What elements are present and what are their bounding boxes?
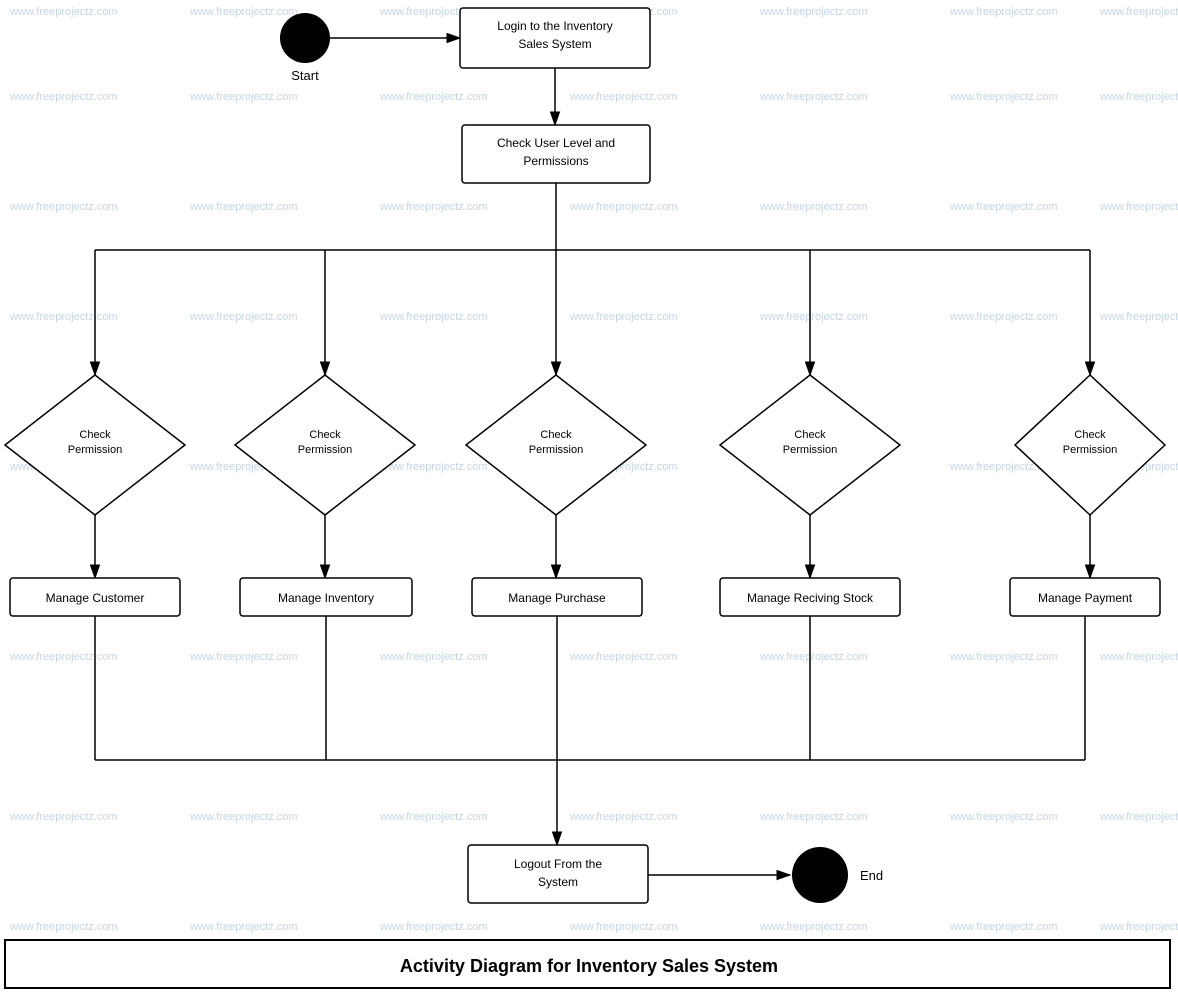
svg-text:www.freeprojectz.com: www.freeprojectz.com <box>949 201 1058 213</box>
svg-text:www.freeprojectz.com: www.freeprojectz.com <box>9 811 118 823</box>
svg-text:Login to the Inventory: Login to the Inventory <box>497 19 612 33</box>
svg-text:Permission: Permission <box>529 444 583 456</box>
svg-text:Permissions: Permissions <box>523 154 588 168</box>
svg-text:www.freeprojectz.com: www.freeprojectz.com <box>759 311 868 323</box>
svg-text:www.freeprojectz.com: www.freeprojectz.com <box>759 921 868 933</box>
svg-text:www.freeprojectz.com: www.freeprojectz.com <box>379 921 488 933</box>
svg-text:www.freeprojectz.com: www.freeprojectz.com <box>1099 201 1178 213</box>
svg-text:www.freeprojectz.com: www.freeprojectz.com <box>1099 91 1178 103</box>
svg-text:www.freeprojectz.com: www.freeprojectz.com <box>1099 6 1178 18</box>
svg-text:www.freeprojectz.com: www.freeprojectz.com <box>759 91 868 103</box>
svg-text:Logout From the: Logout From the <box>514 857 602 871</box>
svg-text:www.freeprojectz.com: www.freeprojectz.com <box>1099 811 1178 823</box>
svg-text:www.freeprojectz.com: www.freeprojectz.com <box>189 6 298 18</box>
svg-text:www.freeprojectz.com: www.freeprojectz.com <box>379 811 488 823</box>
svg-text:www.freeprojectz.com: www.freeprojectz.com <box>759 651 868 663</box>
svg-text:Permission: Permission <box>298 444 352 456</box>
end-circle <box>792 847 848 903</box>
svg-text:www.freeprojectz.com: www.freeprojectz.com <box>569 811 678 823</box>
svg-text:www.freeprojectz.com: www.freeprojectz.com <box>759 811 868 823</box>
svg-text:www.freeprojectz.com: www.freeprojectz.com <box>379 201 488 213</box>
svg-text:Permission: Permission <box>1063 444 1117 456</box>
svg-text:Manage Purchase: Manage Purchase <box>508 591 606 605</box>
svg-text:Manage Inventory: Manage Inventory <box>278 591 374 605</box>
svg-text:www.freeprojectz.com: www.freeprojectz.com <box>949 921 1058 933</box>
svg-text:www.freeprojectz.com: www.freeprojectz.com <box>379 651 488 663</box>
svg-text:Check User Level and: Check User Level and <box>497 136 615 150</box>
svg-text:Permission: Permission <box>68 444 122 456</box>
svg-text:www.freeprojectz.com: www.freeprojectz.com <box>189 651 298 663</box>
svg-text:www.freeprojectz.com: www.freeprojectz.com <box>949 91 1058 103</box>
svg-text:Check: Check <box>79 429 111 441</box>
svg-text:www.freeprojectz.com: www.freeprojectz.com <box>569 311 678 323</box>
svg-text:www.freeprojectz.com: www.freeprojectz.com <box>189 311 298 323</box>
svg-text:www.freeprojectz.com: www.freeprojectz.com <box>9 921 118 933</box>
svg-text:www.freeprojectz.com: www.freeprojectz.com <box>949 651 1058 663</box>
svg-text:Manage Customer: Manage Customer <box>46 591 145 605</box>
svg-text:www.freeprojectz.com: www.freeprojectz.com <box>379 91 488 103</box>
svg-text:www.freeprojectz.com: www.freeprojectz.com <box>1099 921 1178 933</box>
svg-text:www.freeprojectz.com: www.freeprojectz.com <box>9 311 118 323</box>
svg-text:www.freeprojectz.com: www.freeprojectz.com <box>9 651 118 663</box>
svg-text:www.freeprojectz.com: www.freeprojectz.com <box>569 91 678 103</box>
svg-text:www.freeprojectz.com: www.freeprojectz.com <box>949 6 1058 18</box>
svg-text:www.freeprojectz.com: www.freeprojectz.com <box>189 921 298 933</box>
svg-text:www.freeprojectz.com: www.freeprojectz.com <box>759 201 868 213</box>
svg-text:Permission: Permission <box>783 444 837 456</box>
svg-text:www.freeprojectz.com: www.freeprojectz.com <box>189 201 298 213</box>
svg-text:Activity Diagram for Inventory: Activity Diagram for Inventory Sales Sys… <box>400 956 778 976</box>
svg-text:End: End <box>860 868 883 883</box>
svg-text:www.freeprojectz.com: www.freeprojectz.com <box>9 91 118 103</box>
svg-text:www.freeprojectz.com: www.freeprojectz.com <box>379 311 488 323</box>
svg-text:Sales System: Sales System <box>518 37 591 51</box>
svg-text:www.freeprojectz.com: www.freeprojectz.com <box>949 311 1058 323</box>
svg-text:www.freeprojectz.com: www.freeprojectz.com <box>379 461 488 473</box>
svg-text:System: System <box>538 875 578 889</box>
svg-text:www.freeprojectz.com: www.freeprojectz.com <box>569 651 678 663</box>
svg-text:www.freeprojectz.com: www.freeprojectz.com <box>9 6 118 18</box>
svg-text:www.freeprojectz.com: www.freeprojectz.com <box>949 811 1058 823</box>
svg-text:www.freeprojectz.com: www.freeprojectz.com <box>1099 311 1178 323</box>
svg-text:Manage Reciving Stock: Manage Reciving Stock <box>747 591 874 605</box>
start-circle <box>280 13 330 63</box>
svg-text:Check: Check <box>540 429 572 441</box>
svg-text:Check: Check <box>1074 429 1106 441</box>
start-label: Start <box>291 68 319 83</box>
svg-text:www.freeprojectz.com: www.freeprojectz.com <box>759 6 868 18</box>
svg-text:Check: Check <box>309 429 341 441</box>
svg-text:Manage Payment: Manage Payment <box>1038 591 1133 605</box>
activity-diagram: www.freeprojectz.com www.freeprojectz.co… <box>0 0 1178 994</box>
svg-text:www.freeprojectz.com: www.freeprojectz.com <box>189 811 298 823</box>
svg-text:www.freeprojectz.com: www.freeprojectz.com <box>9 201 118 213</box>
svg-text:Check: Check <box>794 429 826 441</box>
svg-text:www.freeprojectz.com: www.freeprojectz.com <box>1099 651 1178 663</box>
svg-text:www.freeprojectz.com: www.freeprojectz.com <box>189 91 298 103</box>
svg-text:www.freeprojectz.com: www.freeprojectz.com <box>569 921 678 933</box>
svg-text:www.freeprojectz.com: www.freeprojectz.com <box>569 201 678 213</box>
